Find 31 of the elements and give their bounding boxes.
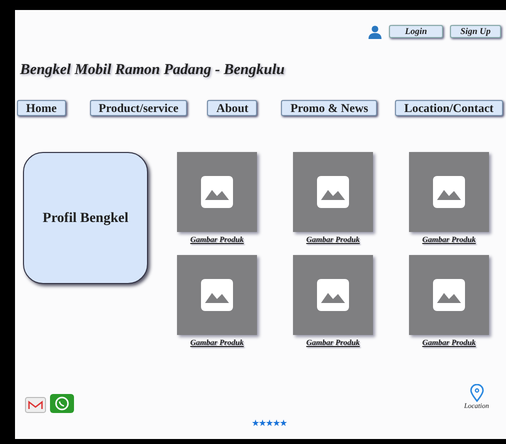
image-placeholder-icon bbox=[293, 255, 373, 335]
nav-button[interactable]: Home bbox=[17, 100, 66, 116]
header-button[interactable]: Login bbox=[389, 25, 443, 38]
nav-button[interactable]: Product/service bbox=[90, 100, 188, 116]
product-caption-link[interactable]: Gambar Produk bbox=[306, 235, 360, 245]
product-caption-link[interactable]: Gambar Produk bbox=[190, 235, 244, 245]
image-placeholder-icon bbox=[177, 255, 257, 335]
nav-button[interactable]: About bbox=[207, 100, 258, 116]
product-caption-link[interactable]: Gambar Produk bbox=[422, 235, 476, 245]
mail-icon[interactable] bbox=[25, 397, 46, 413]
image-placeholder-icon bbox=[177, 152, 257, 232]
star-icon: ★ bbox=[280, 418, 287, 428]
nav-button[interactable]: Promo & News bbox=[281, 100, 378, 116]
site-title: Bengkel Mobil Ramon Padang - Bengkulu bbox=[20, 61, 285, 79]
nav-button[interactable]: Location/Contact bbox=[395, 100, 503, 116]
image-placeholder-icon bbox=[409, 255, 489, 335]
profile-label: Profil Bengkel bbox=[42, 210, 128, 228]
star-icon: ★ bbox=[266, 418, 273, 428]
star-icon: ★ bbox=[272, 418, 280, 428]
image-placeholder-icon bbox=[293, 152, 373, 232]
profile-card[interactable]: Profil Bengkel bbox=[23, 152, 148, 284]
star-icon: ★ bbox=[258, 418, 266, 428]
whatsapp-icon[interactable] bbox=[50, 394, 74, 413]
location-pin-icon[interactable] bbox=[470, 384, 484, 402]
product-caption-link[interactable]: Gambar Produk bbox=[190, 338, 244, 348]
star-icon: ★ bbox=[252, 418, 259, 428]
product-caption-link[interactable]: Gambar Produk bbox=[306, 338, 360, 348]
user-icon[interactable] bbox=[368, 24, 382, 38]
image-placeholder-icon bbox=[409, 152, 489, 232]
header-button[interactable]: Sign Up bbox=[450, 25, 501, 38]
product-caption-link[interactable]: Gambar Produk bbox=[422, 338, 476, 348]
